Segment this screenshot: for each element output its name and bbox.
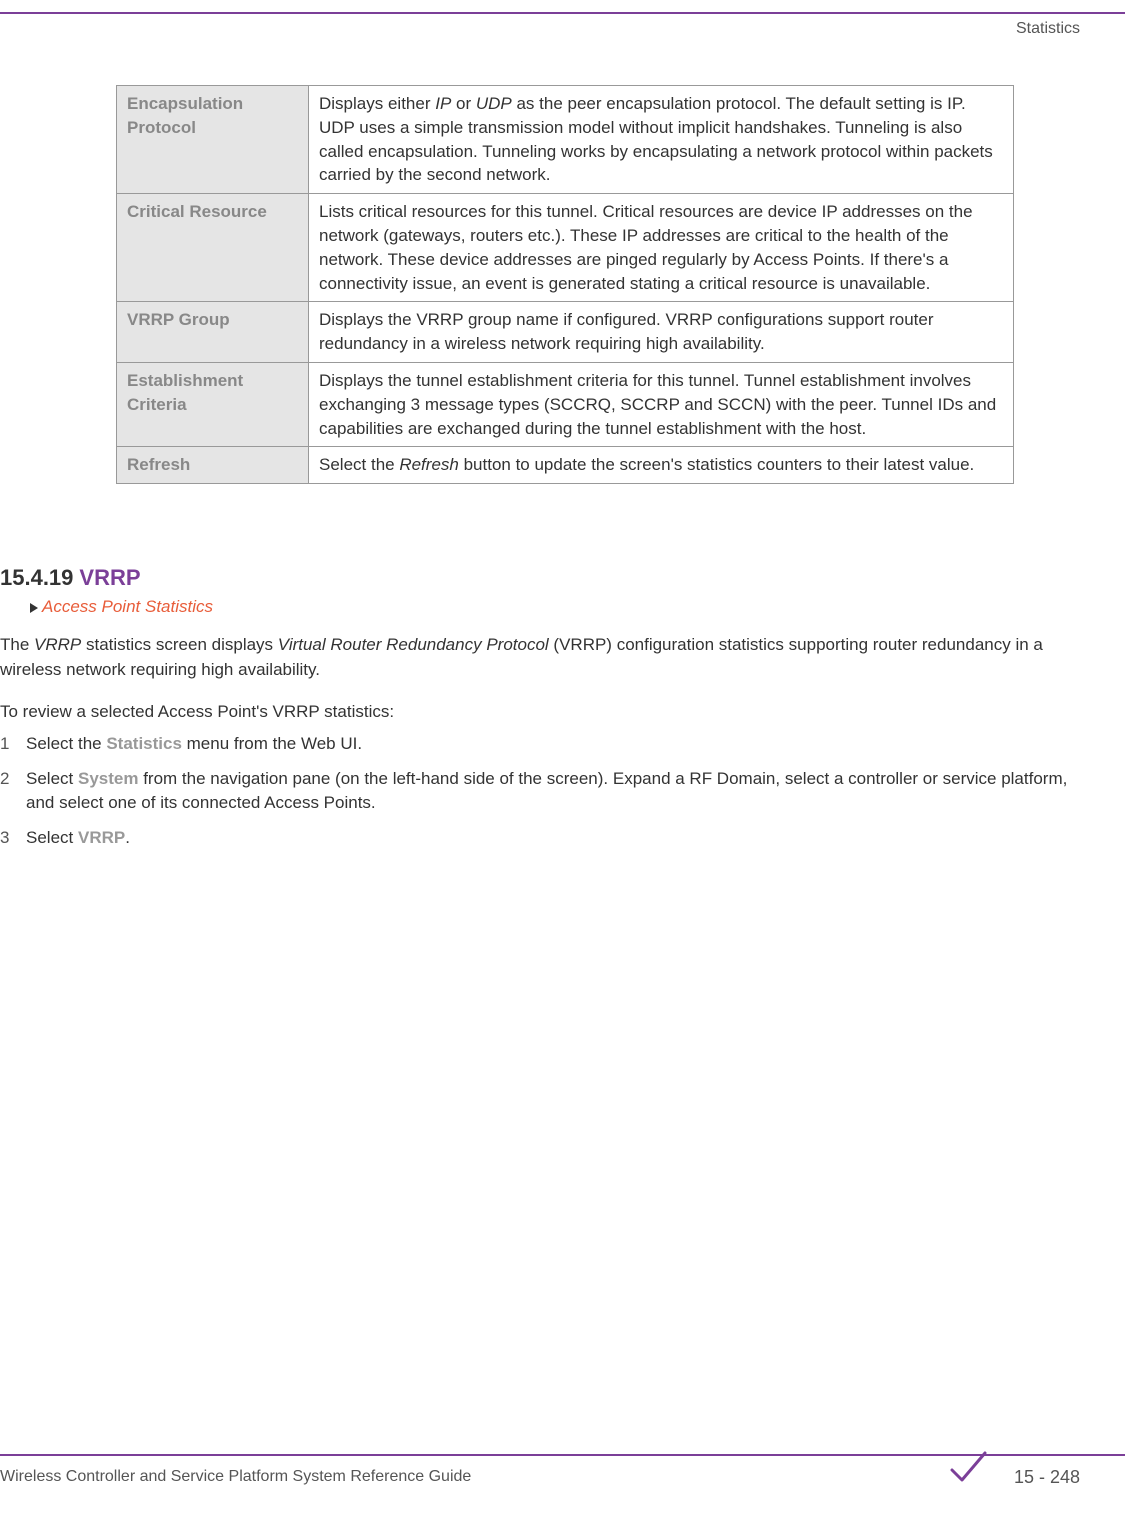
step-text: Select System from the navigation pane (… (26, 767, 1080, 816)
step-list: 1 Select the Statistics menu from the We… (0, 732, 1080, 861)
table-desc: Displays the tunnel establishment criter… (309, 362, 1014, 446)
text: The (0, 635, 34, 654)
table-label: Establishment Criteria (117, 362, 309, 446)
table-row: Refresh Select the Refresh button to upd… (117, 447, 1014, 484)
definitions-table: Encapsulation Protocol Displays either I… (116, 85, 1014, 484)
step-number: 3 (0, 826, 26, 851)
list-item: 3 Select VRRP. (0, 826, 1080, 851)
text-italic: UDP (476, 94, 512, 113)
text: button to update the screen's statistics… (459, 455, 974, 474)
table-desc: Lists critical resources for this tunnel… (309, 194, 1014, 302)
list-item: 1 Select the Statistics menu from the We… (0, 732, 1080, 757)
table-row: Establishment Criteria Displays the tunn… (117, 362, 1014, 446)
text: Select the (319, 455, 399, 474)
table-row: Encapsulation Protocol Displays either I… (117, 86, 1014, 194)
text: Select (26, 828, 78, 847)
step-number: 1 (0, 732, 26, 757)
table-label: Critical Resource (117, 194, 309, 302)
breadcrumb-text: Access Point Statistics (42, 597, 213, 616)
text: Select the (26, 734, 106, 753)
table-label: Encapsulation Protocol (117, 86, 309, 194)
table-desc: Displays the VRRP group name if configur… (309, 302, 1014, 363)
text: . (125, 828, 130, 847)
breadcrumb[interactable]: Access Point Statistics (30, 597, 213, 617)
table-desc: Displays either IP or UDP as the peer en… (309, 86, 1014, 194)
text-bold: VRRP (78, 828, 125, 847)
step-text: Select the Statistics menu from the Web … (26, 732, 1080, 757)
text-italic: Virtual Router Redundancy Protocol (278, 635, 549, 654)
table-label: Refresh (117, 447, 309, 484)
text: or (451, 94, 476, 113)
table-row: Critical Resource Lists critical resourc… (117, 194, 1014, 302)
step-text: Select VRRP. (26, 826, 1080, 851)
text-italic: IP (435, 94, 451, 113)
intro-paragraph: The VRRP statistics screen displays Virt… (0, 633, 1080, 682)
footer-title: Wireless Controller and Service Platform… (0, 1468, 471, 1486)
page-number: 15 - 248 (1014, 1467, 1080, 1488)
header-title: Statistics (1016, 20, 1080, 38)
table-label: VRRP Group (117, 302, 309, 363)
text: statistics screen displays (81, 635, 278, 654)
text-bold: Statistics (106, 734, 182, 753)
section-name: VRRP (79, 565, 140, 590)
text: Displays either (319, 94, 435, 113)
text: Select (26, 769, 78, 788)
section-heading: 15.4.19VRRP (0, 565, 141, 591)
table-row: VRRP Group Displays the VRRP group name … (117, 302, 1014, 363)
text: from the navigation pane (on the left-ha… (26, 769, 1067, 813)
step-number: 2 (0, 767, 26, 816)
intro-paragraph-2: To review a selected Access Point's VRRP… (0, 700, 1080, 725)
table-desc: Select the Refresh button to update the … (309, 447, 1014, 484)
header-divider (0, 12, 1125, 14)
text-italic: Refresh (399, 455, 459, 474)
section-number: 15.4.19 (0, 565, 73, 590)
arrow-right-icon (30, 603, 38, 613)
checkmark-icon (947, 1448, 987, 1493)
list-item: 2 Select System from the navigation pane… (0, 767, 1080, 816)
text-italic: VRRP (34, 635, 81, 654)
text-bold: System (78, 769, 138, 788)
text: menu from the Web UI. (182, 734, 362, 753)
